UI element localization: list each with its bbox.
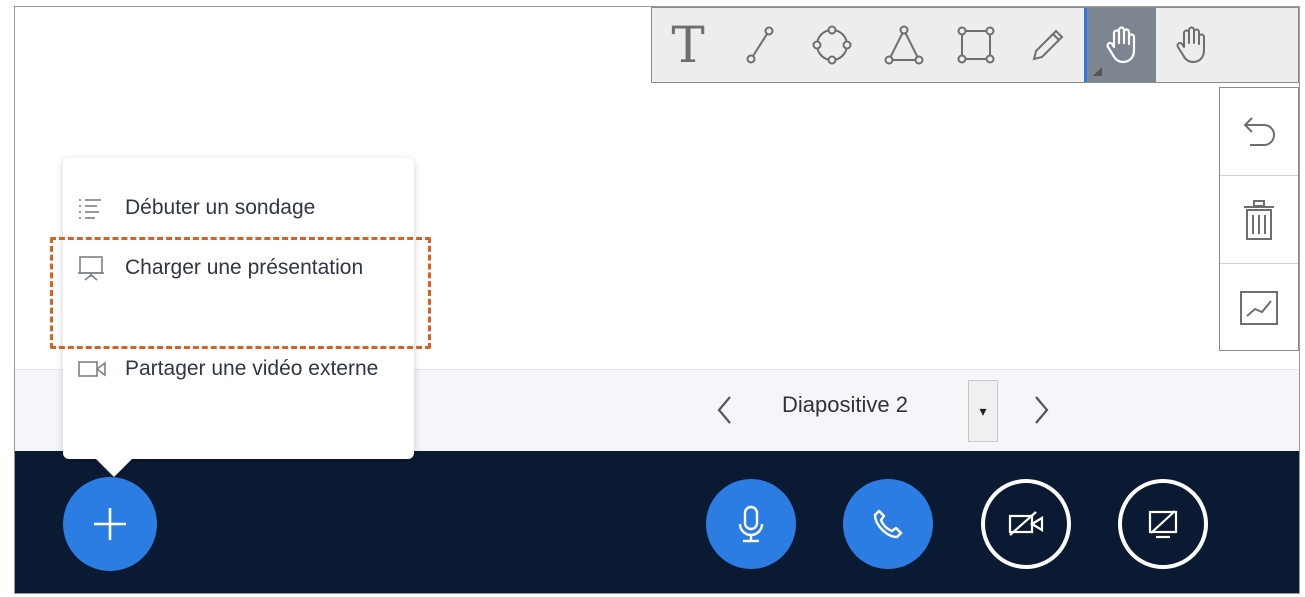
slide-selector-label[interactable]: Diapositive 2 <box>782 392 908 418</box>
camera-button[interactable] <box>981 479 1071 569</box>
undo-button[interactable] <box>1220 88 1298 176</box>
microphone-button[interactable] <box>706 479 796 569</box>
highlight-annotation <box>50 237 431 349</box>
ellipse-tool-icon <box>812 25 852 65</box>
multi-user-hand-button[interactable] <box>1156 8 1228 82</box>
video-icon <box>77 348 111 390</box>
next-slide-button[interactable] <box>1023 385 1059 435</box>
screenshare-button[interactable] <box>1118 479 1208 569</box>
multi-user-hand-icon <box>1176 26 1205 63</box>
ellipse-tool-button[interactable] <box>796 8 868 82</box>
screenshare-off-icon <box>1148 510 1178 539</box>
previous-slide-button[interactable] <box>707 385 743 435</box>
undo-icon <box>1243 116 1275 146</box>
pencil-tool-button[interactable] <box>1012 8 1084 82</box>
actions-plus-button[interactable] <box>63 477 157 571</box>
dropdown-arrow-icon: ▾ <box>979 402 987 419</box>
poll-list-icon <box>77 187 111 229</box>
phone-icon <box>873 509 903 539</box>
chevron-right-icon <box>1035 396 1049 424</box>
menu-item-start-poll[interactable]: Débuter un sondage <box>77 187 395 229</box>
menu-item-share-external-video[interactable]: Partager une vidéo externe <box>77 348 395 390</box>
pencil-tool-icon <box>1032 29 1064 61</box>
trash-icon <box>1244 199 1274 240</box>
plus-icon <box>94 508 126 540</box>
actions-bar <box>15 451 1299 593</box>
chevron-left-icon <box>717 396 731 424</box>
menu-pointer <box>92 455 136 477</box>
menu-item-label: Débuter un sondage <box>125 196 316 219</box>
line-tool-icon <box>746 26 774 64</box>
text-tool-button[interactable]: T <box>652 8 724 82</box>
hand-tool-icon <box>1105 26 1135 64</box>
whiteboard-side-tools <box>1219 87 1299 351</box>
text-tool-icon: T <box>671 16 705 74</box>
triangle-tool-button[interactable] <box>868 8 940 82</box>
camera-off-icon <box>1008 511 1044 536</box>
audio-phone-button[interactable] <box>843 479 933 569</box>
triangle-tool-icon <box>884 25 924 65</box>
clear-all-button[interactable] <box>1220 176 1298 264</box>
rectangle-tool-button[interactable] <box>940 8 1012 82</box>
slide-dropdown-button[interactable]: ▾ <box>968 380 998 442</box>
microphone-icon <box>738 505 764 543</box>
submenu-corner-icon <box>1093 67 1102 76</box>
chart-icon <box>1240 291 1278 325</box>
multi-user-button[interactable] <box>1220 264 1298 352</box>
hand-tool-button[interactable] <box>1084 8 1156 82</box>
menu-item-label: Partager une vidéo externe <box>125 357 379 380</box>
whiteboard-toolbar: T <box>651 7 1299 83</box>
rectangle-tool-icon <box>957 26 995 64</box>
line-tool-button[interactable] <box>724 8 796 82</box>
